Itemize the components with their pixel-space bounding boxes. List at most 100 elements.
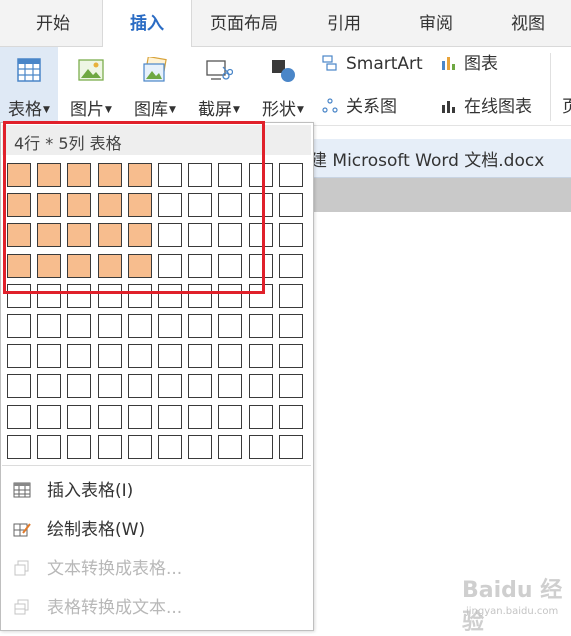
gallery-button-label: 图库: [134, 100, 169, 120]
picture-icon: [78, 59, 104, 81]
table-grid-icon: [13, 482, 31, 498]
grid-cell[interactable]: [188, 435, 212, 459]
grid-cell[interactable]: [98, 314, 122, 338]
grid-cell[interactable]: [128, 344, 152, 368]
tab-home[interactable]: 开始: [20, 0, 86, 46]
watermark-main-text: Baidu 经验: [462, 578, 563, 635]
grid-cell[interactable]: [188, 344, 212, 368]
grid-cell[interactable]: [218, 314, 242, 338]
table-button[interactable]: 表格▼: [0, 47, 58, 123]
screenshot-button[interactable]: 截屏▼: [190, 47, 248, 123]
tab-review[interactable]: 审阅: [408, 0, 464, 46]
grid-cell[interactable]: [279, 284, 303, 308]
draw-table-menu-item[interactable]: 绘制表格(W): [13, 516, 145, 544]
relation-diagram-button[interactable]: 关系图: [322, 95, 397, 119]
smartart-label: SmartArt: [346, 54, 423, 74]
document-ruler-area: [312, 178, 571, 212]
grid-cell[interactable]: [37, 344, 61, 368]
picture-button-label: 图片: [70, 100, 105, 120]
grid-cell[interactable]: [37, 405, 61, 429]
grid-cell[interactable]: [158, 405, 182, 429]
grid-cell[interactable]: [218, 344, 242, 368]
grid-cell[interactable]: [98, 405, 122, 429]
chart-button[interactable]: 图表: [440, 52, 498, 76]
grid-cell[interactable]: [37, 314, 61, 338]
chevron-down-icon: ▼: [105, 105, 112, 115]
grid-cell[interactable]: [7, 344, 31, 368]
grid-cell[interactable]: [158, 435, 182, 459]
text-to-table-label: 文本转换成表格...: [47, 559, 183, 579]
page-cut-label[interactable]: 页: [562, 95, 571, 119]
tab-references[interactable]: 引用: [316, 0, 372, 46]
grid-cell[interactable]: [279, 374, 303, 398]
grid-cell[interactable]: [279, 314, 303, 338]
grid-cell[interactable]: [218, 435, 242, 459]
grid-cell[interactable]: [7, 405, 31, 429]
grid-cell[interactable]: [249, 314, 273, 338]
screenshot-button-label: 截屏: [198, 100, 233, 120]
menu-divider: [2, 465, 311, 466]
grid-cell[interactable]: [279, 344, 303, 368]
grid-cell[interactable]: [37, 374, 61, 398]
grid-cell[interactable]: [218, 374, 242, 398]
grid-cell[interactable]: [128, 314, 152, 338]
grid-cell[interactable]: [279, 435, 303, 459]
watermark-sub-text: jingyan.baidu.com: [466, 606, 559, 617]
table-to-text-icon: [14, 599, 29, 615]
grid-cell[interactable]: [7, 314, 31, 338]
selection-highlight-box: [3, 121, 265, 294]
insert-ribbon: 表格▼ 图片▼ 图库▼ 截屏▼ 形状▼ SmartArt 图表 关系图 在线图表…: [0, 47, 571, 126]
grid-cell[interactable]: [279, 193, 303, 217]
grid-cell[interactable]: [67, 314, 91, 338]
tab-page-layout[interactable]: 页面布局: [196, 0, 292, 46]
table-to-text-label: 表格转换成文本...: [47, 598, 183, 618]
grid-cell[interactable]: [7, 435, 31, 459]
grid-cell[interactable]: [158, 374, 182, 398]
grid-cell[interactable]: [67, 435, 91, 459]
grid-cell[interactable]: [279, 163, 303, 187]
chart-icon: [442, 57, 455, 70]
online-chart-label: 在线图表: [464, 97, 532, 117]
grid-cell[interactable]: [158, 314, 182, 338]
grid-cell[interactable]: [279, 405, 303, 429]
grid-cell[interactable]: [98, 435, 122, 459]
grid-cell[interactable]: [249, 435, 273, 459]
grid-cell[interactable]: [188, 314, 212, 338]
picture-button[interactable]: 图片▼: [62, 47, 120, 123]
grid-cell[interactable]: [128, 435, 152, 459]
grid-cell[interactable]: [128, 405, 152, 429]
grid-cell[interactable]: [188, 374, 212, 398]
grid-cell[interactable]: [279, 223, 303, 247]
grid-cell[interactable]: [249, 374, 273, 398]
grid-cell[interactable]: [98, 374, 122, 398]
online-chart-icon: [442, 101, 455, 113]
grid-cell[interactable]: [37, 435, 61, 459]
grid-cell[interactable]: [67, 344, 91, 368]
grid-cell[interactable]: [279, 254, 303, 278]
text-to-table-menu-item: 文本转换成表格...: [13, 555, 182, 583]
grid-cell[interactable]: [249, 344, 273, 368]
smartart-button[interactable]: SmartArt: [322, 52, 423, 76]
chevron-down-icon: ▼: [297, 105, 304, 115]
shapes-button[interactable]: 形状▼: [254, 47, 312, 123]
draw-table-label: 绘制表格(W): [47, 520, 146, 540]
grid-cell[interactable]: [67, 374, 91, 398]
gallery-button[interactable]: 图库▼: [126, 47, 184, 123]
screenshot-icon: [206, 60, 233, 80]
tab-insert[interactable]: 插入: [102, 0, 192, 47]
grid-cell[interactable]: [218, 405, 242, 429]
grid-cell[interactable]: [188, 405, 212, 429]
tab-view[interactable]: 视图: [500, 0, 556, 46]
grid-cell[interactable]: [158, 344, 182, 368]
table-icon: [17, 58, 41, 82]
page-cut-text: 页: [562, 97, 571, 117]
online-chart-button[interactable]: 在线图表: [440, 95, 532, 119]
document-tab-title[interactable]: 建 Microsoft Word 文档.docx: [310, 146, 544, 171]
grid-cell[interactable]: [128, 374, 152, 398]
grid-cell[interactable]: [249, 405, 273, 429]
baidu-watermark-logo: Baidu 经验 jingyan.baidu.com: [454, 566, 569, 635]
grid-cell[interactable]: [67, 405, 91, 429]
insert-table-menu-item[interactable]: 插入表格(I): [13, 477, 133, 505]
grid-cell[interactable]: [98, 344, 122, 368]
grid-cell[interactable]: [7, 374, 31, 398]
